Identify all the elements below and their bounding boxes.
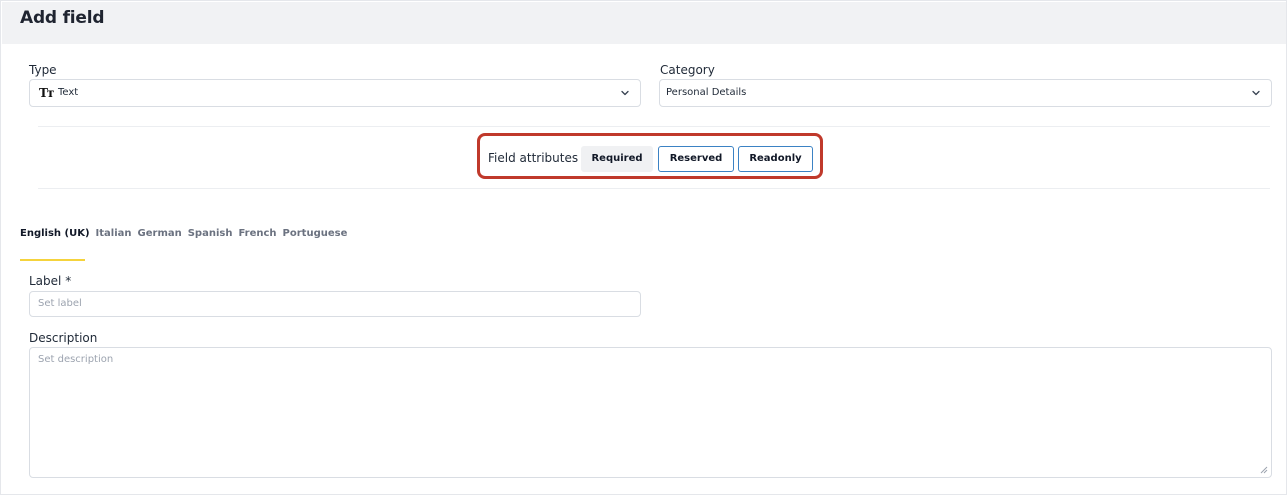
label-input[interactable]: Set label — [29, 291, 641, 317]
active-tab-underline — [20, 259, 85, 261]
description-textarea-placeholder: Set description — [38, 354, 114, 365]
description-textarea[interactable]: Set description — [29, 347, 1272, 478]
tab-english-uk[interactable]: English (UK) — [20, 228, 90, 242]
tab-french[interactable]: French — [238, 228, 276, 242]
label-field-label: Label * — [29, 274, 72, 288]
text-type-icon: Tт — [39, 86, 54, 100]
language-tabs: English (UK) Italian German Spanish Fren… — [20, 228, 347, 242]
field-attributes-label: Field attributes — [488, 151, 579, 165]
tab-spanish[interactable]: Spanish — [188, 228, 233, 242]
type-select[interactable]: Tт Text — [29, 79, 641, 107]
divider-bottom — [38, 188, 1270, 189]
reserved-button[interactable]: Reserved — [658, 146, 734, 172]
label-input-placeholder: Set label — [38, 298, 82, 309]
description-field-label: Description — [29, 331, 98, 345]
readonly-button[interactable]: Readonly — [738, 146, 813, 172]
tab-portuguese[interactable]: Portuguese — [283, 228, 348, 242]
required-button[interactable]: Required — [581, 146, 653, 172]
category-select[interactable]: Personal Details — [659, 79, 1272, 107]
type-label: Type — [29, 63, 57, 77]
chevron-down-icon — [1252, 90, 1260, 96]
tab-italian[interactable]: Italian — [96, 228, 132, 242]
resize-handle-icon[interactable] — [1260, 466, 1268, 474]
category-label: Category — [660, 63, 715, 77]
add-field-panel: Add field Type Tт Text Category Personal… — [0, 0, 1287, 495]
panel-header: Add field — [2, 2, 1286, 44]
type-select-value: Text — [58, 87, 79, 98]
page-title: Add field — [20, 8, 105, 28]
tab-german[interactable]: German — [138, 228, 182, 242]
chevron-down-icon — [621, 90, 629, 96]
category-select-value: Personal Details — [666, 87, 747, 98]
divider-top — [38, 126, 1270, 127]
